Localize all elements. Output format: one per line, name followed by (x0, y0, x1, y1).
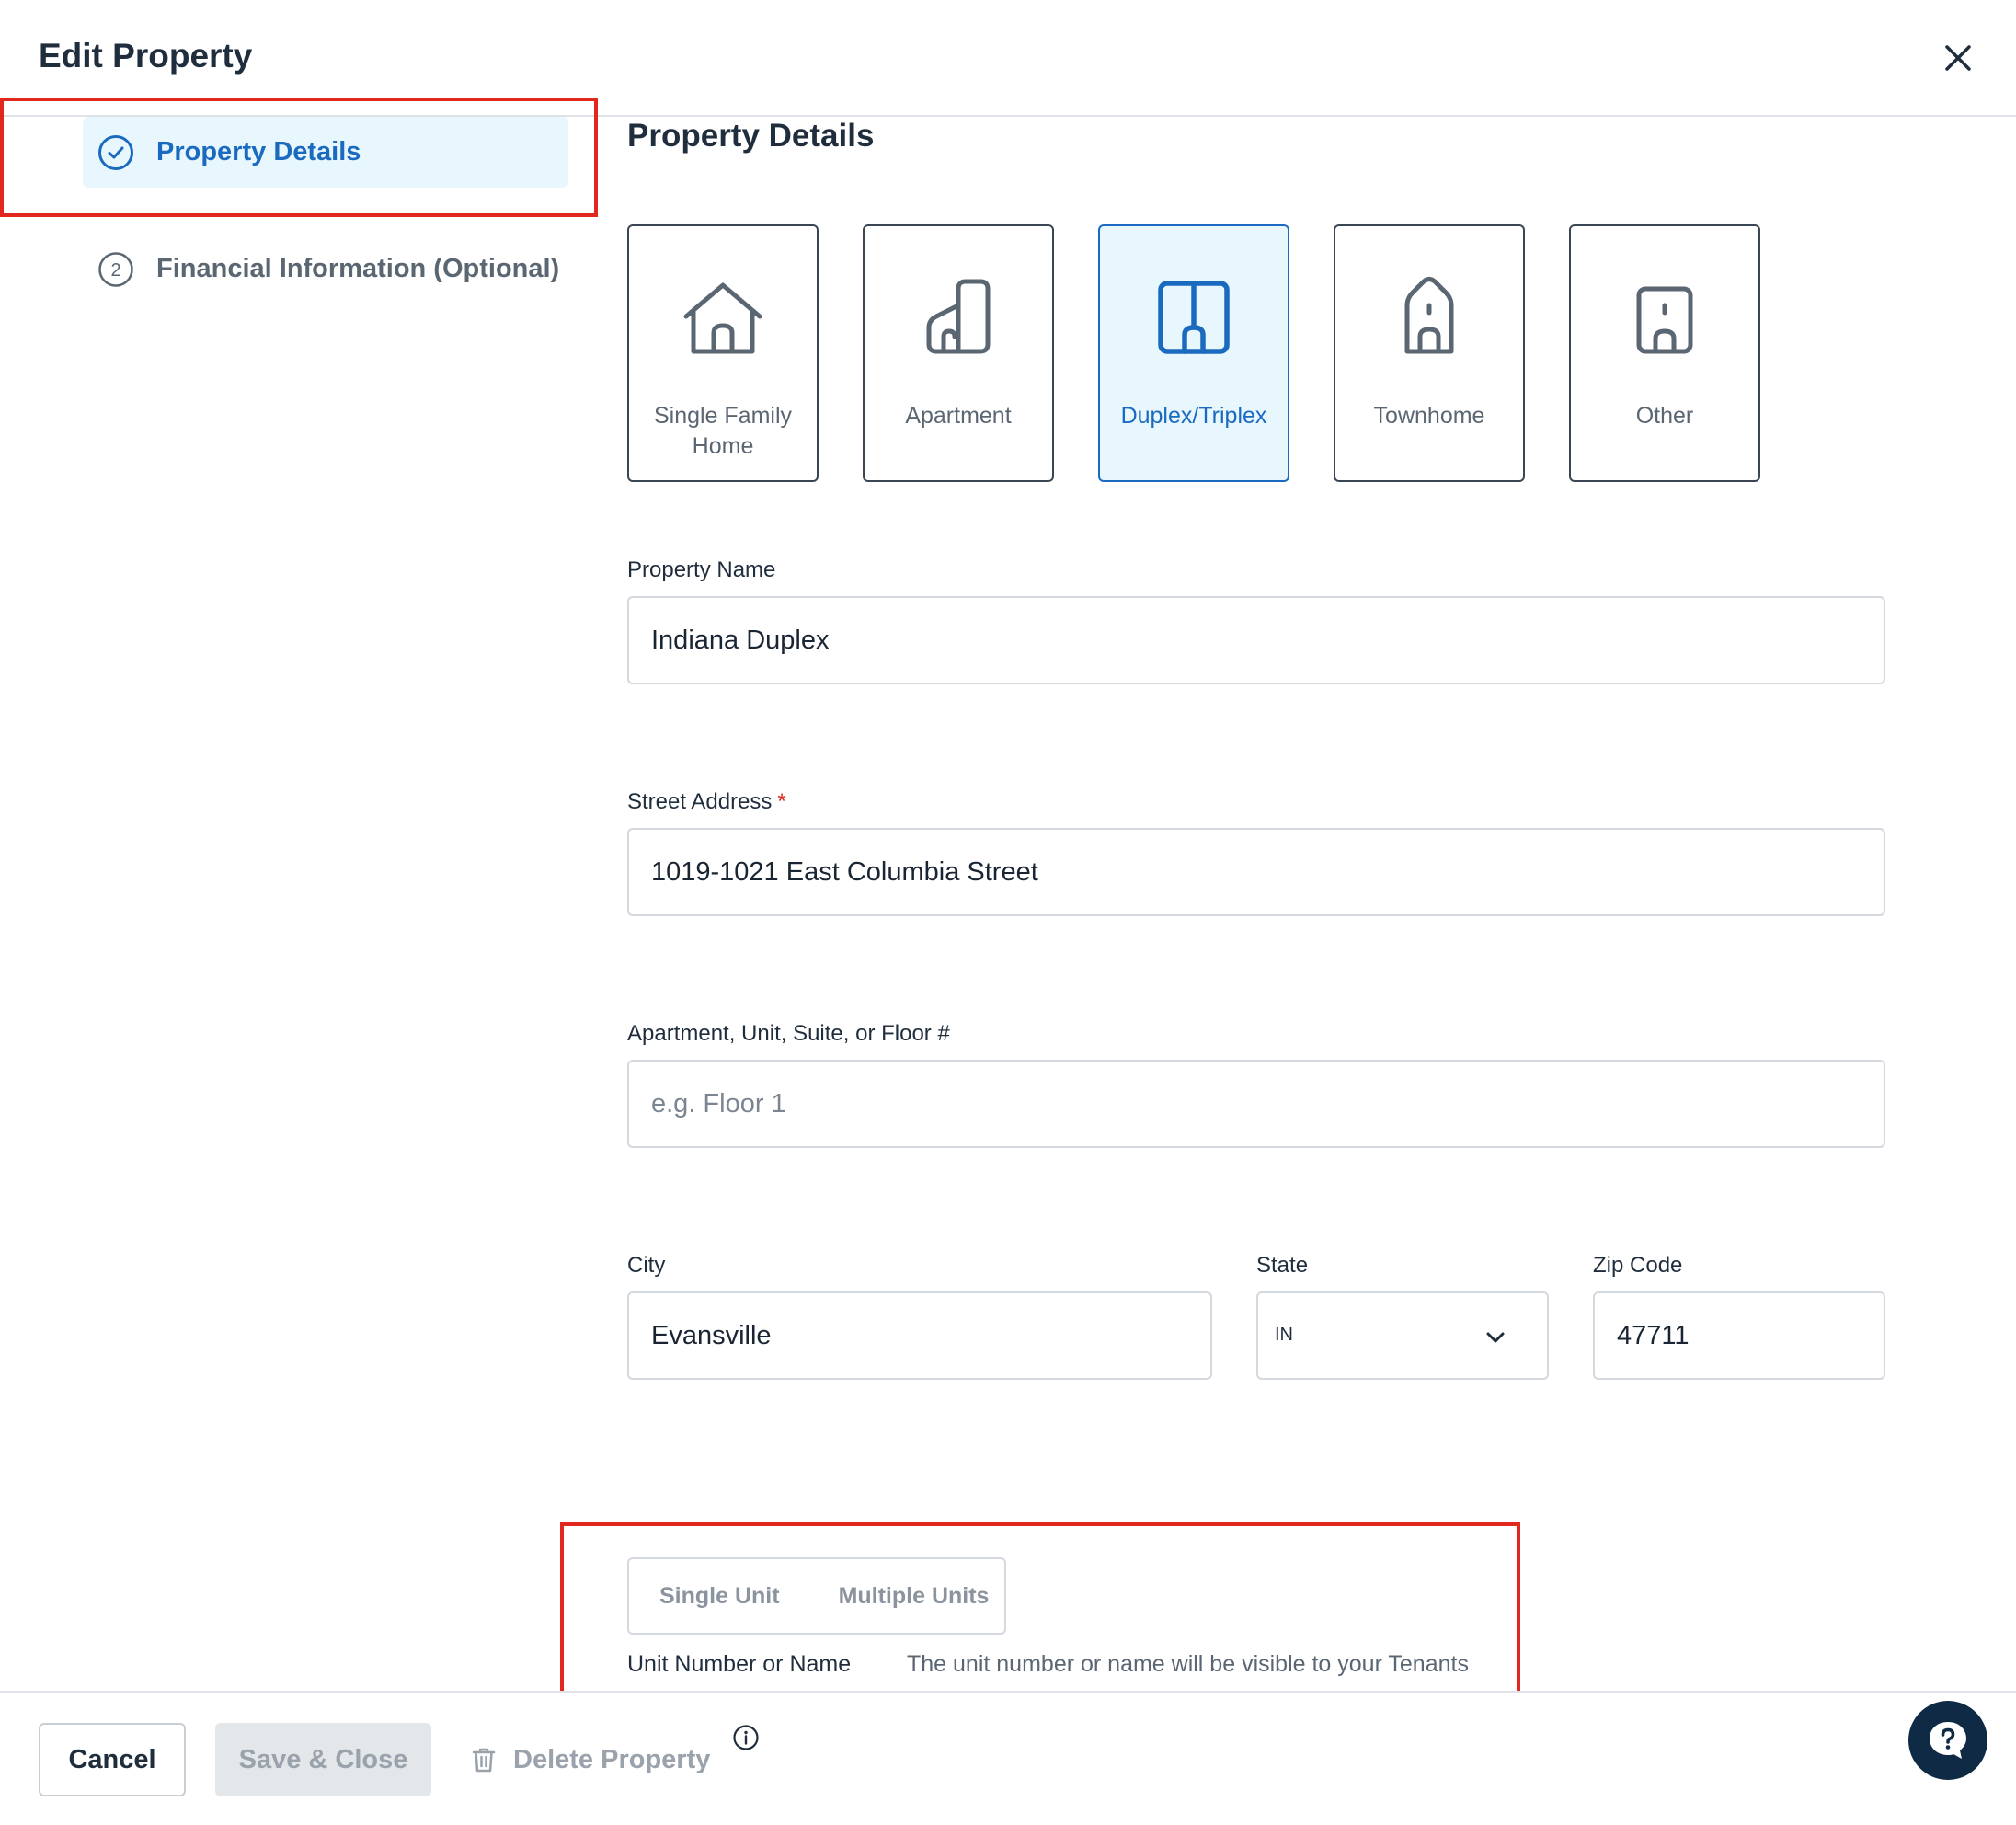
delete-property-label: Delete Property (513, 1744, 711, 1774)
trash-icon (472, 1748, 496, 1773)
modal-title: Edit Property (39, 37, 253, 75)
other-building-icon (1636, 286, 1693, 354)
property-type-label: Other (1635, 403, 1694, 429)
info-icon[interactable] (732, 1724, 760, 1751)
step-number: 2 (110, 260, 120, 281)
unit-number-helper: The unit number or name will be visible … (907, 1651, 1469, 1677)
property-type-label: Apartment (905, 403, 1012, 429)
section-title: Property Details (627, 118, 875, 154)
help-question-icon (1930, 1722, 1966, 1759)
street-address-label: Street Address * (627, 789, 786, 815)
unit-number-label: Unit Number or Name (627, 1651, 852, 1677)
property-name-label: Property Name (627, 557, 776, 582)
property-type-apartment[interactable]: Apartment (863, 224, 1054, 482)
multiple-units-option[interactable]: Multiple Units (839, 1583, 990, 1610)
step-label: Financial Information (Optional) (156, 254, 560, 283)
state-label: State (1256, 1253, 1309, 1278)
property-type-label: Townhome (1373, 403, 1485, 429)
unit-input[interactable] (627, 1060, 1885, 1148)
close-button[interactable] (1935, 35, 1981, 81)
property-type-label: Single Family Home (653, 403, 793, 459)
house-icon (683, 282, 762, 354)
apartment-building-icon (926, 279, 991, 354)
duplex-icon (1158, 281, 1230, 354)
step-property-details[interactable]: Property Details (83, 117, 568, 188)
property-type-duplex-triplex[interactable]: Duplex/Triplex (1098, 224, 1289, 482)
step-financial-information[interactable]: 2 Financial Information (Optional) (83, 234, 568, 304)
chevron-down-icon (1486, 1332, 1505, 1343)
zip-input[interactable] (1593, 1291, 1885, 1380)
street-address-input[interactable] (627, 828, 1885, 916)
city-label: City (627, 1253, 666, 1278)
step-number-icon: 2 (98, 251, 133, 287)
check-circle-icon (98, 134, 133, 170)
single-unit-option[interactable]: Single Unit (659, 1583, 780, 1610)
close-icon (1945, 45, 1971, 71)
save-close-button[interactable]: Save & Close (215, 1723, 431, 1796)
state-select[interactable]: IN (1256, 1291, 1549, 1380)
property-type-label: Duplex/Triplex (1120, 403, 1267, 429)
townhome-icon (1404, 277, 1454, 354)
modal-header: Edit Property (0, 0, 2016, 117)
unit-label: Apartment, Unit, Suite, or Floor # (627, 1021, 950, 1046)
city-input[interactable] (627, 1291, 1212, 1380)
step-label: Property Details (156, 137, 361, 166)
property-type-single-family-home[interactable]: Single Family Home (627, 224, 819, 482)
state-value: IN (1275, 1325, 1293, 1345)
property-name-input[interactable] (627, 596, 1885, 684)
delete-property-button[interactable]: Delete Property (469, 1739, 710, 1781)
street-address-label-text: Street Address (627, 789, 773, 814)
help-chat-button[interactable] (1908, 1701, 1987, 1780)
property-type-other[interactable]: Other (1569, 224, 1760, 482)
unit-count-toggle: Single Unit Multiple Units (627, 1557, 1006, 1635)
property-type-townhome[interactable]: Townhome (1334, 224, 1525, 482)
required-mark: * (777, 789, 786, 814)
zip-label: Zip Code (1593, 1253, 1683, 1278)
cancel-button[interactable]: Cancel (39, 1723, 186, 1796)
